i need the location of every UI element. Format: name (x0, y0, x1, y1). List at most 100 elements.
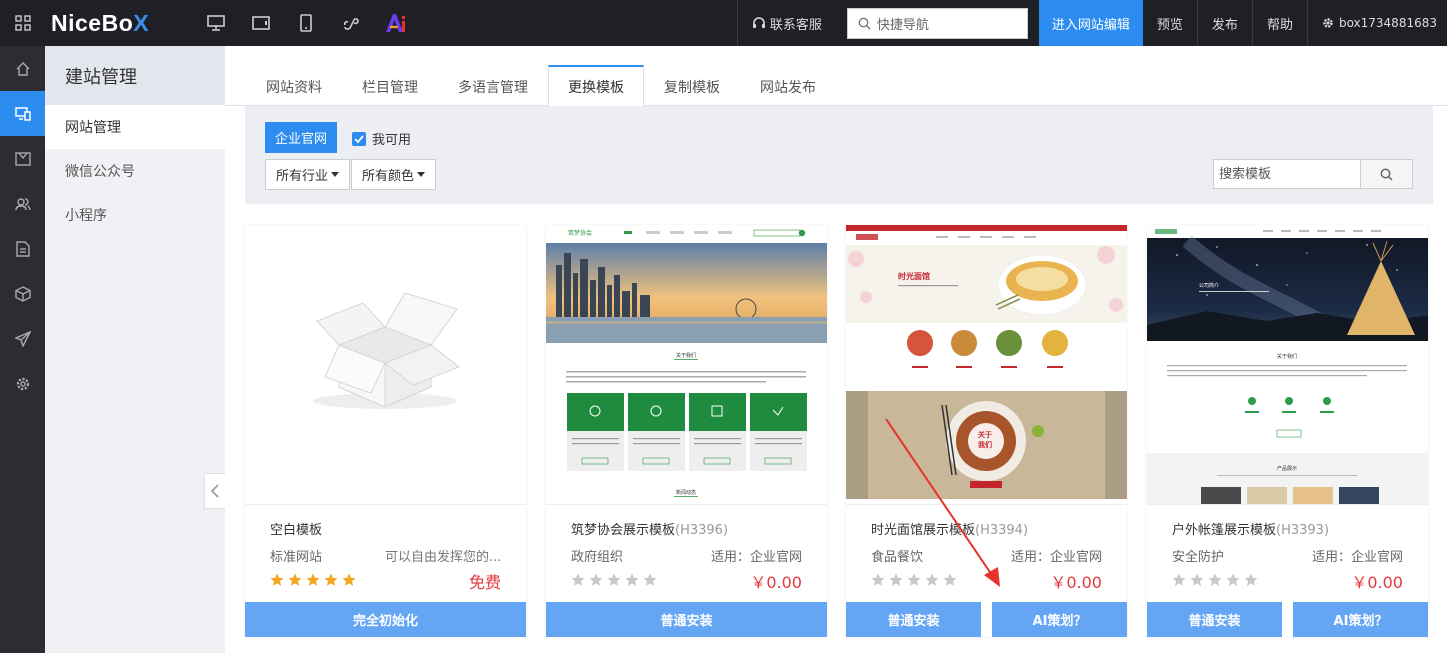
template-description: 可以自由发挥您的... (385, 550, 502, 565)
svg-text:筑梦协会: 筑梦协会 (568, 229, 592, 237)
star-icon (625, 573, 639, 586)
template-applicable: 适用：企业官网 (710, 550, 802, 565)
template-applicable: 适用：企业官网 (1010, 550, 1102, 565)
tab-copy-template[interactable]: 复制模板 (644, 66, 740, 106)
nicebox-logo[interactable]: NiceBoX (51, 10, 193, 37)
apps-grid-icon[interactable] (0, 0, 45, 46)
top-bar: NiceBoX 联系客服 快捷导航 进入网站编辑 预览 发布 帮助 box173… (0, 0, 1447, 46)
rating-stars (270, 573, 356, 587)
package-icon[interactable] (0, 271, 45, 316)
normal-install-button[interactable]: 普通安装 (846, 602, 981, 637)
star-icon (324, 573, 338, 586)
template-title: 筑梦协会展示模板(H3396) (571, 523, 729, 538)
template-search-button[interactable] (1361, 159, 1413, 189)
full-initialize-button[interactable]: 完全初始化 (245, 602, 526, 637)
star-icon (1190, 573, 1204, 586)
publish-button[interactable]: 发布 (1196, 0, 1252, 46)
svg-text:关于我们: 关于我们 (1277, 353, 1297, 360)
ai-planning-button[interactable]: AI策划？ (1293, 602, 1428, 637)
submenu-item-wechat[interactable]: 微信公众号 (45, 149, 225, 193)
star-icon (270, 573, 284, 586)
collapse-sidebar-button[interactable] (204, 473, 225, 509)
gear-icon (1323, 18, 1333, 28)
tab-site-info[interactable]: 网站资料 (246, 66, 342, 106)
tab-change-template[interactable]: 更换模板 (548, 65, 644, 106)
search-icon (858, 17, 871, 29)
tablet-icon[interactable] (238, 0, 283, 46)
normal-install-button[interactable]: 普通安装 (1147, 602, 1282, 637)
quick-nav-placeholder: 快捷导航 (876, 17, 929, 33)
template-price: ￥0.00 (1351, 573, 1403, 592)
svg-text:时光面馆: 时光面馆 (898, 271, 930, 281)
svg-text:产品展示: 产品展示 (1277, 465, 1297, 472)
template-thumbnail[interactable]: 筑梦协会 关于我们 新闻动态 (546, 225, 827, 505)
svg-text:关于我们: 关于我们 (676, 352, 696, 359)
red-annotation-arrow (885, 418, 1000, 587)
empty-box-icon (313, 292, 460, 409)
customer-service-link[interactable]: 联系客服 (736, 0, 836, 46)
account-menu[interactable]: box1734881683 (1306, 0, 1447, 46)
rating-stars (1172, 573, 1258, 587)
star-icon (589, 573, 603, 586)
document-icon[interactable] (0, 226, 45, 271)
ai-planning-button[interactable]: AI策划？ (992, 602, 1127, 637)
preview-button[interactable]: 预览 (1143, 0, 1197, 46)
association-site-preview: 筑梦协会 关于我们 新闻动态 (546, 225, 827, 497)
settings-icon[interactable] (0, 361, 45, 406)
star-icon (1208, 573, 1222, 586)
template-search-input[interactable] (1213, 159, 1361, 189)
mail-icon[interactable] (0, 136, 45, 181)
send-icon[interactable] (0, 316, 45, 361)
color-dropdown[interactable]: 所有颜色 (351, 159, 437, 190)
checkbox-checked-icon (352, 131, 366, 146)
color-dropdown-label: 所有颜色 (362, 169, 415, 184)
submenu-title: 建站管理 (45, 46, 225, 105)
tab-site-publish[interactable]: 网站发布 (740, 66, 836, 106)
users-icon[interactable] (0, 181, 45, 226)
template-applicable: 适用：企业官网 (1311, 550, 1403, 565)
customer-service-label: 联系客服 (769, 17, 822, 33)
star-icon (607, 573, 621, 586)
chevron-left-icon (211, 484, 219, 498)
site-management-icon[interactable] (0, 91, 45, 136)
caret-down-icon (417, 172, 426, 177)
rating-stars (571, 573, 657, 587)
template-thumbnail[interactable]: 公司简介 关于我们 产品展示 (1147, 225, 1428, 505)
template-card-tent: 公司简介 关于我们 产品展示 户外帐篷展示模板(H3393) 安全防护 适用：企… (1147, 225, 1428, 637)
site-tabs: 网站资料 栏目管理 多语言管理 更换模板 复制模板 网站发布 (225, 46, 1447, 106)
tab-column-management[interactable]: 栏目管理 (342, 66, 438, 106)
template-category: 安全防护 (1172, 550, 1225, 565)
help-button[interactable]: 帮助 (1251, 0, 1307, 46)
desktop-icon[interactable] (193, 0, 238, 46)
miniprogram-icon[interactable] (328, 0, 373, 46)
star-icon (288, 573, 302, 586)
template-search (1213, 159, 1413, 189)
submenu-item-miniprogram[interactable]: 小程序 (45, 193, 225, 237)
enter-site-editor-button[interactable]: 进入网站编辑 (1038, 0, 1143, 46)
search-icon (1380, 168, 1393, 181)
template-thumbnail[interactable] (245, 225, 526, 505)
star-icon (1172, 573, 1186, 586)
available-label: 我可用 (372, 133, 412, 148)
star-icon (643, 573, 657, 586)
available-to-me-checkbox[interactable]: 我可用 (352, 129, 411, 148)
enterprise-site-filter-button[interactable]: 企业官网 (265, 122, 337, 153)
phone-icon[interactable] (283, 0, 328, 46)
tab-multilanguage[interactable]: 多语言管理 (438, 66, 548, 106)
template-card-association: 筑梦协会 关于我们 新闻动态 筑梦协会展示模板(H3396) 政府组织 适用：企… (546, 225, 827, 637)
industry-dropdown-label: 所有行业 (276, 169, 329, 184)
submenu-item-site-management[interactable]: 网站管理 (45, 105, 225, 149)
normal-install-button[interactable]: 普通安装 (546, 602, 827, 637)
svg-text:新闻动态: 新闻动态 (676, 489, 696, 496)
star-icon (306, 573, 320, 586)
quick-nav-input[interactable]: 快捷导航 (846, 7, 1028, 39)
industry-dropdown[interactable]: 所有行业 (265, 159, 351, 190)
ai-icon[interactable] (373, 0, 418, 46)
template-card-blank: 空白模板 标准网站 可以自由发挥您的... 免费 完全初始化 (245, 225, 526, 637)
home-icon[interactable] (0, 46, 45, 91)
template-price: 免费 (468, 573, 501, 592)
template-title: 空白模板 (270, 523, 323, 538)
headset-icon (752, 17, 765, 28)
svg-text:公司简介: 公司简介 (1199, 282, 1219, 289)
star-icon (1244, 573, 1258, 586)
